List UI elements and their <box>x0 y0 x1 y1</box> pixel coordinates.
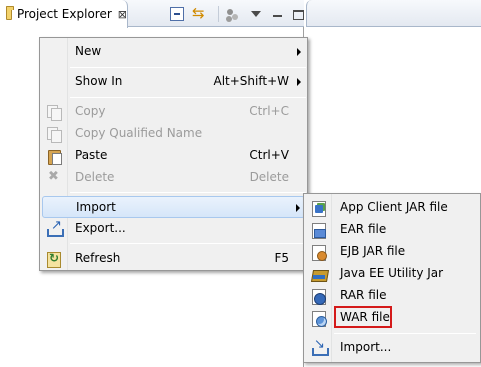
menu-item-import[interactable]: Import <box>42 196 305 218</box>
copy-icon <box>46 104 62 121</box>
minimize-icon[interactable] <box>271 7 285 21</box>
menu-item-shortcut: Delete <box>249 170 289 184</box>
submenu-item-ear-file[interactable]: EAR file <box>306 219 478 241</box>
refresh-icon <box>46 251 62 268</box>
rar-file-icon <box>311 288 327 305</box>
submenu-item-war-file[interactable]: WAR file <box>306 306 478 329</box>
submenu-item-label: App Client JAR file <box>340 200 448 214</box>
menu-item-show-in[interactable]: Show In Alt+Shift+W <box>42 71 305 93</box>
submenu-item-label: EAR file <box>340 222 387 236</box>
menu-item-label: Export... <box>75 221 126 235</box>
menu-item-copy[interactable]: Copy Ctrl+C <box>42 101 305 123</box>
import-submenu: App Client JAR file EAR file EJB JAR fil… <box>303 193 481 363</box>
copy-qualified-name-icon <box>46 126 62 143</box>
tab-project-explorer[interactable]: Project Explorer ⊠ <box>0 0 128 28</box>
menu-item-shortcut: F5 <box>274 251 289 265</box>
submenu-item-label: Import... <box>340 340 392 354</box>
ejb-jar-icon <box>311 244 327 261</box>
submenu-item-rar-file[interactable]: RAR file <box>306 285 478 307</box>
filters-icon[interactable] <box>227 7 241 21</box>
menu-item-label: Show In <box>75 74 123 88</box>
menu-item-shortcut: Alt+Shift+W <box>213 74 290 88</box>
menu-item-label: Copy <box>75 104 106 118</box>
menu-separator <box>334 333 476 334</box>
collapse-all-icon[interactable] <box>170 7 184 21</box>
war-file-highlight-box <box>334 306 392 328</box>
menu-item-copy-qualified-name[interactable]: Copy Qualified Name <box>42 123 305 145</box>
menu-separator <box>70 97 306 98</box>
menu-item-label: Paste <box>75 148 108 162</box>
war-file-icon <box>311 310 327 327</box>
submenu-arrow-icon <box>297 48 301 56</box>
toolbar-separator <box>218 6 219 22</box>
submenu-item-java-ee-utility-jar[interactable]: Java EE Utility Jar <box>306 263 478 285</box>
menu-item-label: New <box>75 44 102 58</box>
submenu-item-label: EJB JAR file <box>340 244 406 258</box>
menu-item-delete[interactable]: Delete Delete <box>42 167 305 189</box>
import-icon <box>311 337 329 356</box>
editor-tab-bar <box>306 0 481 27</box>
submenu-item-label: Java EE Utility Jar <box>340 266 444 280</box>
menu-item-label: Copy Qualified Name <box>75 126 203 140</box>
menu-item-label: Refresh <box>75 251 121 265</box>
submenu-item-ejb-jar[interactable]: EJB JAR file <box>306 241 478 263</box>
submenu-item-import[interactable]: Import... <box>306 337 478 359</box>
paste-icon <box>46 148 62 165</box>
context-menu: New Show In Alt+Shift+W Copy Ctrl+C Copy… <box>39 37 308 271</box>
utility-jar-icon <box>311 266 327 282</box>
view-tab-bar: Project Explorer ⊠ <box>0 0 304 28</box>
app-client-jar-icon <box>311 200 327 217</box>
export-icon <box>46 218 64 237</box>
tab-title: Project Explorer <box>16 7 112 21</box>
menu-item-label: Delete <box>75 170 115 184</box>
menu-separator <box>70 243 306 244</box>
menu-item-new[interactable]: New <box>42 41 305 63</box>
close-icon[interactable]: ⊠ <box>118 8 127 21</box>
delete-icon <box>46 169 62 186</box>
submenu-arrow-icon <box>296 204 300 212</box>
view-menu-chevron-down-icon[interactable] <box>249 7 263 21</box>
menu-item-paste[interactable]: Paste Ctrl+V <box>42 145 305 167</box>
menu-item-shortcut: Ctrl+V <box>249 148 289 162</box>
menu-item-export[interactable]: Export... <box>42 218 305 240</box>
menu-separator <box>70 67 306 68</box>
menu-item-shortcut: Ctrl+C <box>249 104 289 118</box>
maximize-icon[interactable] <box>293 10 304 20</box>
view-toolbar <box>170 4 312 23</box>
workbench: Project Explorer ⊠ New Show In <box>0 0 481 367</box>
menu-item-label: Import <box>76 200 116 214</box>
menu-separator <box>70 192 306 193</box>
submenu-item-app-client-jar[interactable]: App Client JAR file <box>306 197 478 219</box>
submenu-item-label: RAR file <box>340 288 387 302</box>
folder-icon <box>6 5 14 20</box>
ear-file-icon <box>311 222 327 239</box>
submenu-arrow-icon <box>297 78 301 86</box>
link-with-editor-icon[interactable] <box>192 4 208 22</box>
menu-item-refresh[interactable]: Refresh F5 <box>42 248 305 270</box>
